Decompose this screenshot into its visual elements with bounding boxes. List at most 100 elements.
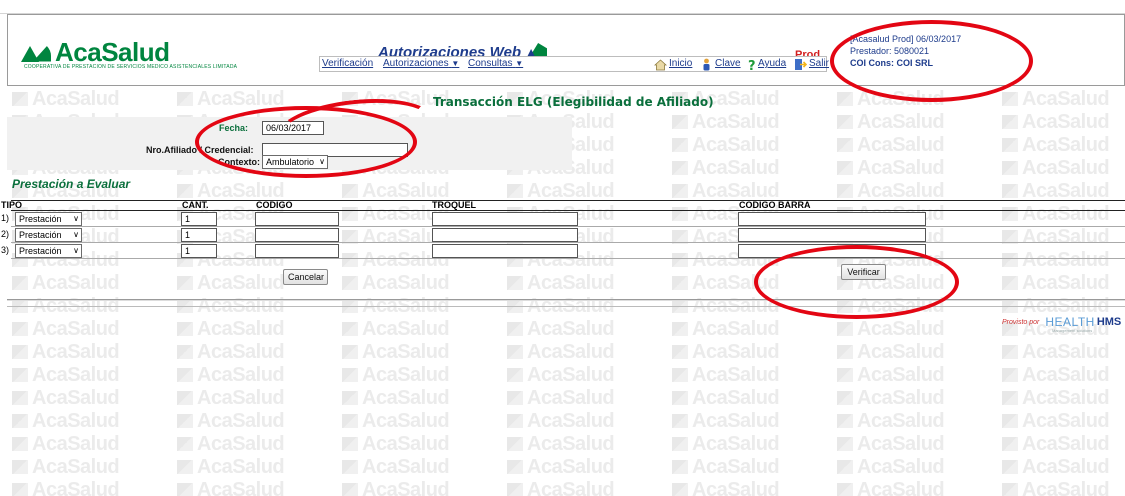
watermark-tile: AcaSalud: [12, 272, 120, 295]
watermark-tile: AcaSalud: [1002, 479, 1110, 496]
watermark-tile: AcaSalud: [12, 387, 120, 410]
codigo-input[interactable]: [255, 244, 339, 258]
menu-inicio[interactable]: Inicio: [669, 58, 692, 69]
menu-clave[interactable]: Clave: [715, 58, 741, 69]
watermark-logo-icon: [837, 345, 853, 359]
watermark-logo-icon: [12, 460, 28, 474]
watermark-text: AcaSalud: [197, 272, 285, 294]
watermark-text: AcaSalud: [857, 134, 945, 156]
watermark-logo-icon: [837, 483, 853, 496]
watermark-logo-icon: [837, 138, 853, 152]
watermark-tile: AcaSalud: [342, 479, 450, 496]
watermark-logo-icon: [177, 414, 193, 428]
svg-text:?: ?: [748, 59, 756, 71]
watermark-logo-icon: [1002, 115, 1018, 129]
watermark-text: AcaSalud: [197, 433, 285, 455]
table-row: 3) Prestación ∨ 1: [1, 244, 1125, 259]
menu-consultas[interactable]: Consultas ▼: [468, 58, 523, 69]
menu-verificacion[interactable]: Verificación: [322, 58, 373, 69]
watermark-tile: AcaSalud: [342, 456, 450, 479]
row-index: 3): [1, 245, 10, 255]
watermark-logo-icon: [672, 184, 688, 198]
watermark-text: AcaSalud: [692, 456, 780, 478]
troquel-input[interactable]: [432, 244, 578, 258]
watermark-tile: AcaSalud: [1002, 111, 1110, 134]
watermark-tile: AcaSalud: [1002, 341, 1110, 364]
troquel-input[interactable]: [432, 228, 578, 242]
watermark-tile: AcaSalud: [1002, 387, 1110, 410]
cant-input[interactable]: 1: [181, 228, 217, 242]
watermark-text: AcaSalud: [32, 272, 120, 294]
watermark-logo-icon: [837, 92, 853, 106]
menu-ayuda[interactable]: Ayuda: [758, 58, 786, 69]
watermark-text: AcaSalud: [692, 364, 780, 386]
codigo-input[interactable]: [255, 228, 339, 242]
key-person-icon[interactable]: [700, 58, 713, 71]
exit-icon[interactable]: [794, 58, 807, 71]
watermark-logo-icon: [12, 414, 28, 428]
cant-input[interactable]: 1: [181, 212, 217, 226]
row-index: 1): [1, 213, 10, 223]
watermark-tile: AcaSalud: [672, 456, 780, 479]
watermark-text: AcaSalud: [527, 433, 615, 455]
table-row: 1) Prestación ∨ 1: [1, 212, 1125, 227]
tipo-select[interactable]: Prestación ∨: [15, 212, 82, 226]
watermark-text: AcaSalud: [1022, 272, 1110, 294]
transaction-title: Transacción ELG (Elegibilidad de Afiliad…: [433, 95, 714, 109]
watermark-logo-icon: [177, 184, 193, 198]
watermark-text: AcaSalud: [527, 364, 615, 386]
table-header: TIPO CANT. CODIGO TROQUEL CODIGO BARRA: [1, 200, 1125, 211]
watermark-logo-icon: [342, 368, 358, 382]
watermark-logo-icon: [12, 345, 28, 359]
watermark-text: AcaSalud: [362, 364, 450, 386]
watermark-logo-icon: [837, 161, 853, 175]
cant-input[interactable]: 1: [181, 244, 217, 258]
watermark-tile: AcaSalud: [672, 410, 780, 433]
codigo-input[interactable]: [255, 212, 339, 226]
watermark-text: AcaSalud: [1022, 433, 1110, 455]
watermark-logo-icon: [177, 92, 193, 106]
watermark-tile: AcaSalud: [837, 341, 945, 364]
watermark-text: AcaSalud: [857, 387, 945, 409]
watermark-text: AcaSalud: [32, 88, 120, 110]
provisto-por-healthhms: Provisto por HEALTH HMS Management solut…: [1002, 315, 1122, 333]
watermark-logo-icon: [507, 437, 523, 451]
watermark-tile: AcaSalud: [1002, 134, 1110, 157]
watermark-logo-icon: [507, 368, 523, 382]
watermark-logo-icon: [837, 184, 853, 198]
tipo-select[interactable]: Prestación ∨: [15, 228, 82, 242]
watermark-tile: AcaSalud: [837, 410, 945, 433]
watermark-logo-icon: [837, 115, 853, 129]
watermark-tile: AcaSalud: [342, 318, 450, 341]
chevron-down-icon: ∨: [73, 214, 79, 223]
tipo-select[interactable]: Prestación ∨: [15, 244, 82, 258]
watermark-tile: AcaSalud: [177, 387, 285, 410]
watermark-text: AcaSalud: [692, 433, 780, 455]
menu-salir[interactable]: Salir: [809, 58, 829, 69]
codigo-barra-input[interactable]: [738, 212, 926, 226]
section-divider-lower: [7, 306, 1125, 307]
watermark-text: AcaSalud: [692, 410, 780, 432]
watermark-logo-icon: [177, 483, 193, 496]
watermark-logo-icon: [12, 391, 28, 405]
watermark-text: AcaSalud: [1022, 180, 1110, 202]
troquel-input[interactable]: [432, 212, 578, 226]
codigo-barra-input[interactable]: [738, 228, 926, 242]
watermark-logo-icon: [507, 391, 523, 405]
watermark-text: AcaSalud: [1022, 111, 1110, 133]
brand-hms: HMS: [1096, 316, 1122, 328]
watermark-text: AcaSalud: [857, 318, 945, 340]
home-icon[interactable]: [654, 58, 667, 71]
watermark-logo-icon: [507, 414, 523, 428]
watermark-text: AcaSalud: [32, 387, 120, 409]
watermark-tile: AcaSalud: [672, 479, 780, 496]
cancel-button[interactable]: Cancelar: [283, 269, 328, 285]
watermark-logo-icon: [672, 483, 688, 496]
watermark-text: AcaSalud: [32, 364, 120, 386]
watermark-logo-icon: [837, 414, 853, 428]
watermark-tile: AcaSalud: [672, 111, 780, 134]
tipo-select-value: Prestación: [19, 246, 62, 256]
watermark-tile: AcaSalud: [837, 364, 945, 387]
watermark-text: AcaSalud: [527, 318, 615, 340]
menu-autorizaciones[interactable]: VerificaciónAutorizaciones ▼: [383, 58, 459, 69]
